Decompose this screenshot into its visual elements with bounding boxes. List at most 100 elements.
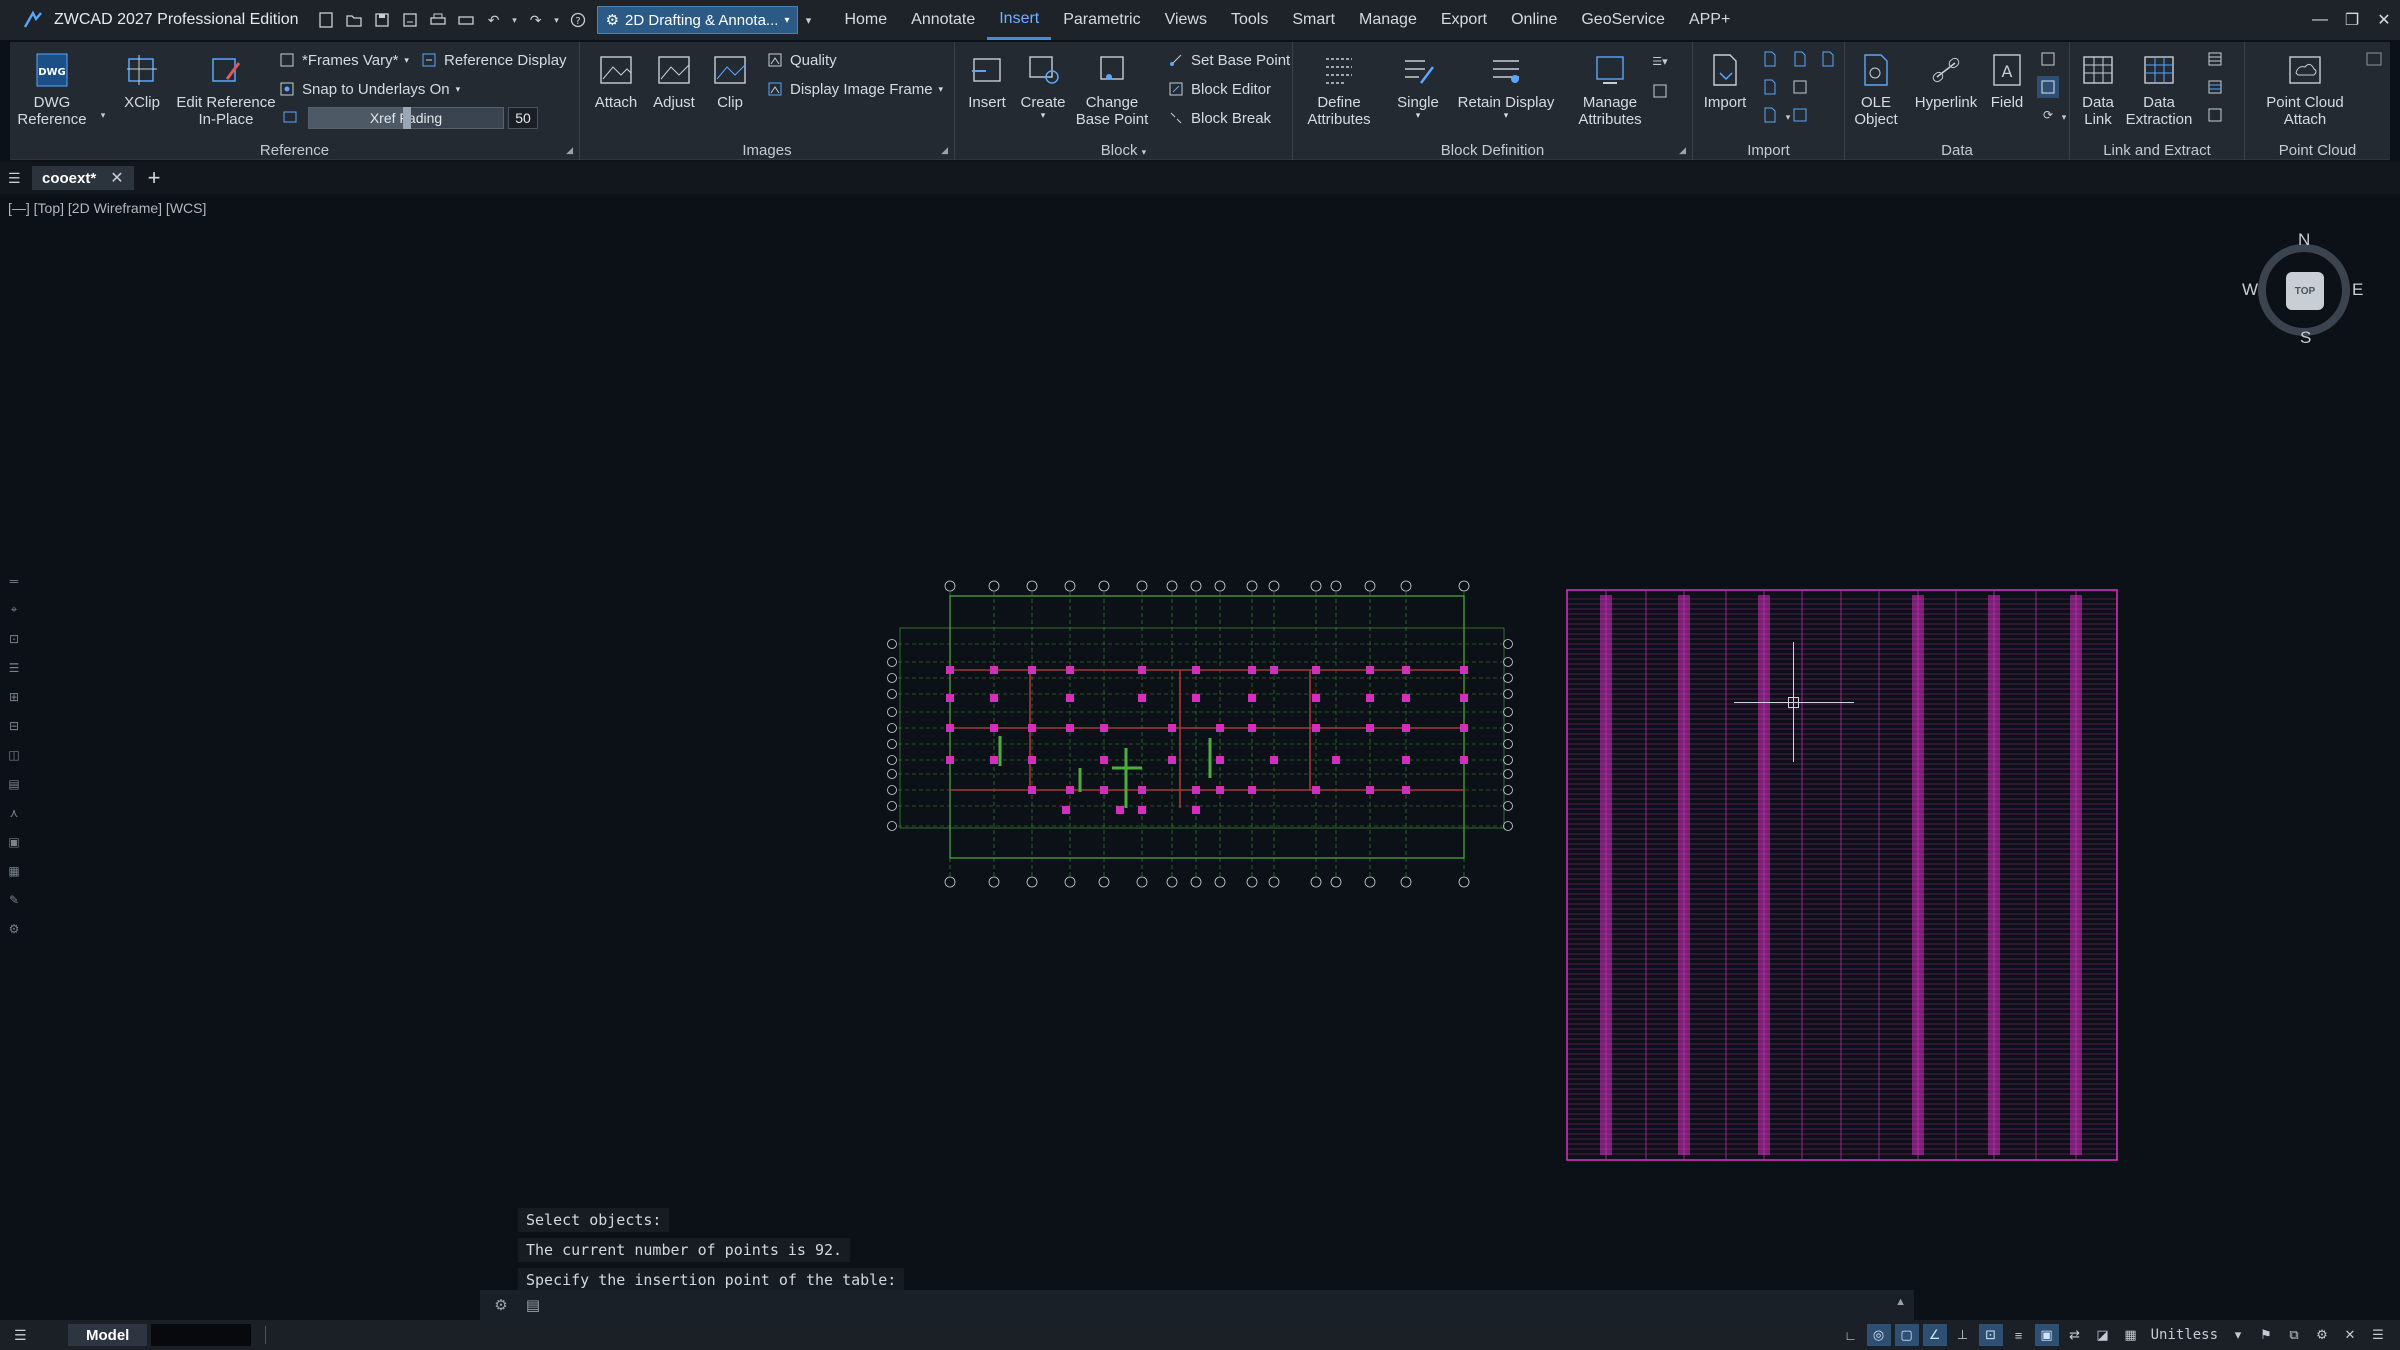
units-value[interactable]: Unitless <box>2147 1327 2222 1343</box>
attach-button[interactable]: Attach <box>592 50 640 111</box>
import-raster-icon[interactable] <box>1789 76 1811 98</box>
workspace-switch-icon[interactable]: ⧉ <box>2282 1324 2306 1346</box>
tab-cooext[interactable]: cooext* ✕ <box>32 166 134 190</box>
plot-icon[interactable] <box>453 7 479 33</box>
save-icon[interactable] <box>369 7 395 33</box>
hyperlink-button[interactable]: Hyperlink <box>1909 50 1983 111</box>
layout-tab[interactable] <box>151 1324 252 1346</box>
point-cloud-attach-button[interactable]: Point Cloud Attach <box>2255 50 2355 128</box>
new-tab-icon[interactable]: + <box>148 165 161 191</box>
fullscreen-icon[interactable]: ✕ <box>2338 1324 2362 1346</box>
palette-handle-icon[interactable]: ═ <box>6 570 22 591</box>
saveas-icon[interactable] <box>397 7 423 33</box>
ribbon-minimize-icon[interactable] <box>2363 48 2385 70</box>
settings-icon[interactable]: ⚙ <box>6 918 22 939</box>
undo-icon[interactable]: ↶ <box>481 7 507 33</box>
upload-table-icon[interactable] <box>2204 76 2226 98</box>
change-base-point-button[interactable]: Change Base Point <box>1073 50 1151 128</box>
units-icon[interactable]: ▦ <box>2119 1324 2143 1346</box>
import-button[interactable]: Import <box>1699 50 1751 111</box>
update-fields-icon[interactable] <box>2037 48 2059 70</box>
compass-north[interactable]: N <box>2298 230 2310 250</box>
import-dgn-icon[interactable] <box>1759 76 1781 98</box>
manage-attributes-button[interactable]: Manage Attributes <box>1565 50 1655 128</box>
menu-smart[interactable]: Smart <box>1280 0 1347 40</box>
field-button[interactable]: A Field <box>1985 50 2029 111</box>
import-pdf-icon[interactable] <box>1759 48 1781 70</box>
annotation-visibility-icon[interactable]: ⚑ <box>2254 1324 2278 1346</box>
clip-button[interactable]: Clip <box>708 50 752 111</box>
menu-export[interactable]: Export <box>1429 0 1499 40</box>
palette-tool-icon[interactable]: ⌖ <box>6 599 22 620</box>
snap-underlays-dropdown[interactable]: Snap to Underlays On ▾ <box>278 77 460 101</box>
ortho-icon[interactable]: ∟ <box>1839 1324 1863 1346</box>
reference-display-button[interactable]: Reference Display <box>420 48 567 72</box>
table-icon[interactable] <box>2204 48 2226 70</box>
inserted-table-drawing[interactable] <box>1566 589 2118 1161</box>
undo-dropdown-icon[interactable]: ▾ <box>509 7 521 33</box>
palette-tool-icon[interactable]: ◫ <box>6 744 22 765</box>
chevron-down-icon[interactable]: ▾ <box>2226 1324 2250 1346</box>
selection-cycling-icon[interactable]: ⇄ <box>2063 1324 2087 1346</box>
palette-tool-icon[interactable]: ⊞ <box>6 686 22 707</box>
panel-launcher-icon[interactable]: ◢ <box>1679 145 1686 156</box>
block-editor-button[interactable]: Block Editor <box>1167 77 1271 101</box>
menu-tools[interactable]: Tools <box>1219 0 1280 40</box>
retain-display-button[interactable]: Retain Display ▾ <box>1453 50 1559 120</box>
frames-dropdown[interactable]: *Frames Vary* ▾ <box>278 48 409 72</box>
import-markup-icon[interactable] <box>1789 104 1811 126</box>
palette-tool-icon[interactable]: ▤ <box>6 773 22 794</box>
set-base-point-button[interactable]: Set Base Point <box>1167 48 1290 72</box>
layout-menu-icon[interactable]: ☰ <box>14 1327 38 1344</box>
tab-list-icon[interactable]: ☰ <box>8 170 32 187</box>
palette-tool-icon[interactable]: ▣ <box>6 831 22 852</box>
data-extraction-button[interactable]: Data Extraction <box>2122 50 2196 128</box>
block-break-button[interactable]: Block Break <box>1167 106 1271 130</box>
list-dropdown-icon[interactable]: ☰▾ <box>1649 50 1671 72</box>
palette-tool-icon[interactable]: ⊡ <box>6 628 22 649</box>
xref-fading-thumb[interactable] <box>403 107 411 129</box>
menu-home[interactable]: Home <box>832 0 899 40</box>
insert-button[interactable]: Insert <box>963 50 1011 111</box>
data-link-button[interactable]: Data Link <box>2074 50 2122 128</box>
annotation-scale-icon[interactable]: ◪ <box>2091 1324 2115 1346</box>
workspace-selector[interactable]: ⚙ 2D Drafting & Annota... ▾ <box>596 6 799 34</box>
palette-tool-icon[interactable]: ⊟ <box>6 715 22 736</box>
gear-icon[interactable]: ⚙ <box>2310 1324 2334 1346</box>
xref-fading-slider[interactable]: Xref Fading <box>308 107 504 129</box>
model-tab[interactable]: Model <box>68 1324 148 1346</box>
new-icon[interactable] <box>313 7 339 33</box>
dynamic-input-icon[interactable]: ⊡ <box>1978 1324 2003 1346</box>
close-icon[interactable]: ✕ <box>2368 0 2400 40</box>
dwg-reference-button[interactable]: DWG DWG Reference <box>17 50 87 128</box>
redo-icon[interactable]: ↷ <box>523 7 549 33</box>
dwg-reference-dropdown-icon[interactable]: ▾ <box>92 104 114 126</box>
single-button[interactable]: Single ▾ <box>1389 50 1447 120</box>
viewport-controls[interactable]: [—] [Top] [2D Wireframe] [WCS] <box>8 200 206 216</box>
command-line[interactable]: ⚙ ▤ ▲ <box>480 1290 1914 1320</box>
menu-annotate[interactable]: Annotate <box>899 0 987 40</box>
import-file-icon[interactable] <box>1817 48 1839 70</box>
download-table-icon[interactable] <box>2204 104 2226 126</box>
edit-reference-button[interactable]: Edit Reference In-Place <box>166 50 286 128</box>
gear-icon[interactable]: ⚙ <box>490 1294 512 1316</box>
menu-geoservice[interactable]: GeoService <box>1569 0 1677 40</box>
otrack-icon[interactable]: ∠ <box>1922 1324 1947 1346</box>
polar-icon[interactable]: ◎ <box>1866 1324 1891 1346</box>
quality-button[interactable]: Quality <box>766 48 837 72</box>
attribute-sync-icon[interactable] <box>1649 80 1671 102</box>
palette-tool-icon[interactable]: ▦ <box>6 860 22 881</box>
close-icon[interactable]: ✕ <box>110 168 123 188</box>
command-history-icon[interactable]: ▤ <box>522 1294 544 1316</box>
import-image-icon[interactable] <box>1789 48 1811 70</box>
ole-object-button[interactable]: OLE Object <box>1851 50 1901 128</box>
menu-parametric[interactable]: Parametric <box>1051 0 1152 40</box>
transparency-icon[interactable]: ▣ <box>2034 1324 2059 1346</box>
chevron-up-icon[interactable]: ▲ <box>1895 1296 1906 1308</box>
panel-launcher-icon[interactable]: ◢ <box>941 145 948 156</box>
lineweight-icon[interactable]: ≡ <box>2007 1324 2031 1346</box>
customize-icon[interactable]: ☰ <box>2366 1324 2390 1346</box>
help-icon[interactable]: ? <box>565 7 591 33</box>
drawing-canvas[interactable]: [—] [Top] [2D Wireframe] [WCS] ═ ⌖ ⊡ ☰ ⊞… <box>0 194 2400 1320</box>
xref-fading-value[interactable]: 50 <box>508 107 538 129</box>
